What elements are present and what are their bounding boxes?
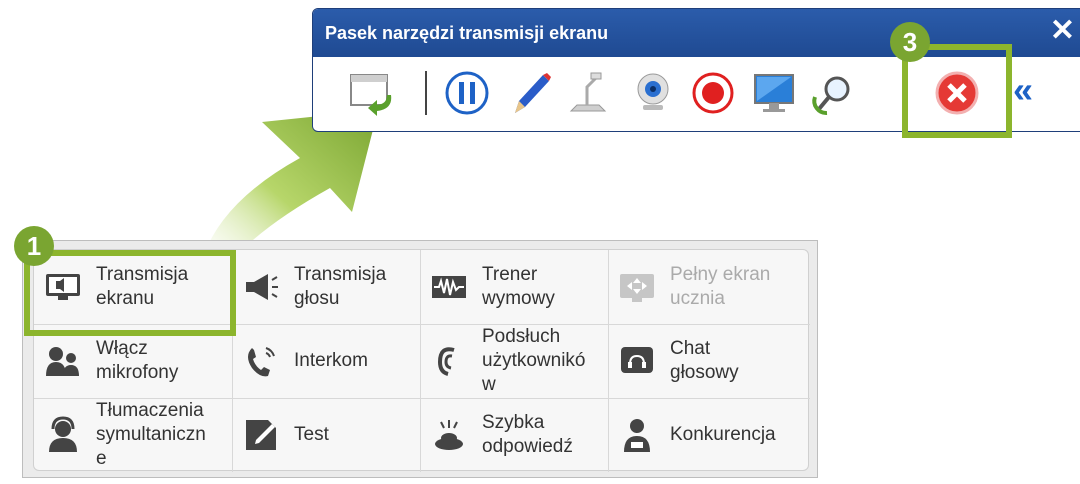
- webcam-icon[interactable]: [629, 67, 679, 121]
- menu-item-label: Transmisja głosu: [294, 264, 387, 309]
- record-icon[interactable]: [689, 67, 739, 121]
- menu-item-label: Konkurencja: [670, 424, 776, 445]
- close-icon[interactable]: ✕: [1050, 13, 1075, 48]
- menu-item-intercom[interactable]: Interkom: [232, 324, 420, 398]
- toolbar-separator: [425, 71, 427, 115]
- menu-item-competition[interactable]: Konkurencja: [608, 398, 810, 472]
- callout-badge-1: 1: [14, 226, 54, 266]
- menu-item-voice-broadcast[interactable]: Transmisja głosu: [232, 250, 420, 324]
- menu-item-label: Pełny ekran ucznia: [670, 264, 771, 309]
- menu-item-label: Szybka odpowiedź: [482, 412, 573, 457]
- pencil-icon[interactable]: [505, 67, 555, 121]
- collapse-icon[interactable]: «: [1013, 67, 1063, 121]
- zoom-icon[interactable]: [809, 67, 859, 121]
- ear-icon: [437, 347, 455, 376]
- menu-item-label: Włącz mikrofony: [96, 338, 179, 383]
- document-camera-icon[interactable]: [563, 67, 613, 121]
- pause-icon[interactable]: [443, 67, 493, 121]
- competition-icon: [624, 419, 650, 452]
- waveform-icon: [432, 276, 466, 298]
- menu-item-label: Trener wymowy: [482, 264, 555, 309]
- callout-badge-3: 3: [890, 22, 930, 62]
- fullscreen-icon: [620, 274, 654, 302]
- menu-item-voice-chat[interactable]: Chat głosowy: [608, 324, 810, 398]
- buzzer-icon: [435, 420, 463, 450]
- toolbar-title: Pasek narzędzi transmisji ekranu: [325, 23, 609, 43]
- interpreter-icon: [49, 416, 77, 452]
- menu-item-pronunciation-trainer[interactable]: Trener wymowy: [420, 250, 608, 324]
- menu-item-student-fullscreen[interactable]: Pełny ekran ucznia: [608, 250, 810, 324]
- menu-item-quick-answer[interactable]: Szybka odpowiedź: [420, 398, 608, 472]
- test-icon: [246, 420, 276, 450]
- menu-item-label: Podsłuch użytkownikó w: [482, 326, 586, 395]
- menu-item-test[interactable]: Test: [232, 398, 420, 472]
- highlight-screen-broadcast: [24, 250, 236, 336]
- menu-item-simultaneous-interpreting[interactable]: Tłumaczenia symultaniczn e: [34, 398, 232, 472]
- megaphone-icon: [246, 274, 278, 300]
- users-mic-icon: [46, 347, 79, 376]
- voice-chat-icon: [621, 347, 653, 373]
- menu-item-label: Test: [294, 424, 329, 445]
- menu-item-label: Chat głosowy: [670, 338, 739, 383]
- menu-item-monitor-users[interactable]: Podsłuch użytkownikó w: [420, 324, 608, 398]
- phone-icon: [248, 347, 275, 377]
- menu-item-label: Tłumaczenia symultaniczn e: [96, 400, 206, 469]
- menu-item-label: Interkom: [294, 350, 368, 371]
- return-window-icon[interactable]: [347, 67, 397, 121]
- monitor-icon[interactable]: [749, 67, 799, 121]
